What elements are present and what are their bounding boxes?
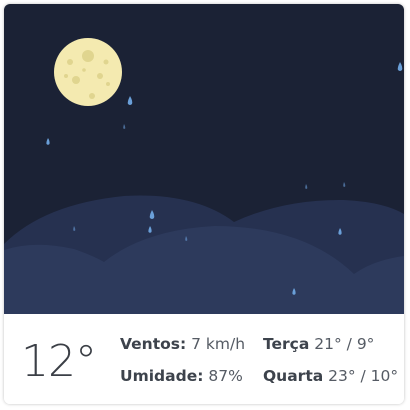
- raindrop-icon: [46, 138, 50, 145]
- wind-stat: Ventos: 7 km/h: [120, 335, 245, 353]
- wind-value: 7 km/h: [191, 335, 246, 353]
- weather-info-panel: 12° Ventos: 7 km/h Umidade: 87% Terça 21…: [4, 314, 404, 404]
- humidity-value: 87%: [208, 367, 243, 385]
- weather-card: 12° Ventos: 7 km/h Umidade: 87% Terça 21…: [4, 4, 404, 404]
- raindrop-icon: [343, 182, 346, 187]
- forecast-range: 21° / 9°: [314, 335, 375, 353]
- forecast-day-label: Terça: [263, 335, 310, 353]
- current-temperature: 12°: [21, 336, 97, 387]
- forecast-day-label: Quarta: [263, 367, 324, 385]
- full-moon-icon: [54, 38, 122, 106]
- humidity-label: Umidade:: [120, 367, 204, 385]
- humidity-stat: Umidade: 87%: [120, 367, 243, 385]
- weather-scene: [4, 4, 404, 314]
- forecast-range: 23° / 10°: [328, 367, 399, 385]
- forecast-day-1: Terça 21° / 9°: [263, 335, 374, 353]
- night-rain-illustration: [4, 38, 404, 314]
- forecast-day-2: Quarta 23° / 10°: [263, 367, 398, 385]
- raindrop-icon: [305, 184, 308, 189]
- raindrop-icon: [127, 96, 133, 105]
- raindrop-icon: [123, 124, 126, 129]
- raindrop-icon: [397, 62, 403, 71]
- wind-label: Ventos:: [120, 335, 187, 353]
